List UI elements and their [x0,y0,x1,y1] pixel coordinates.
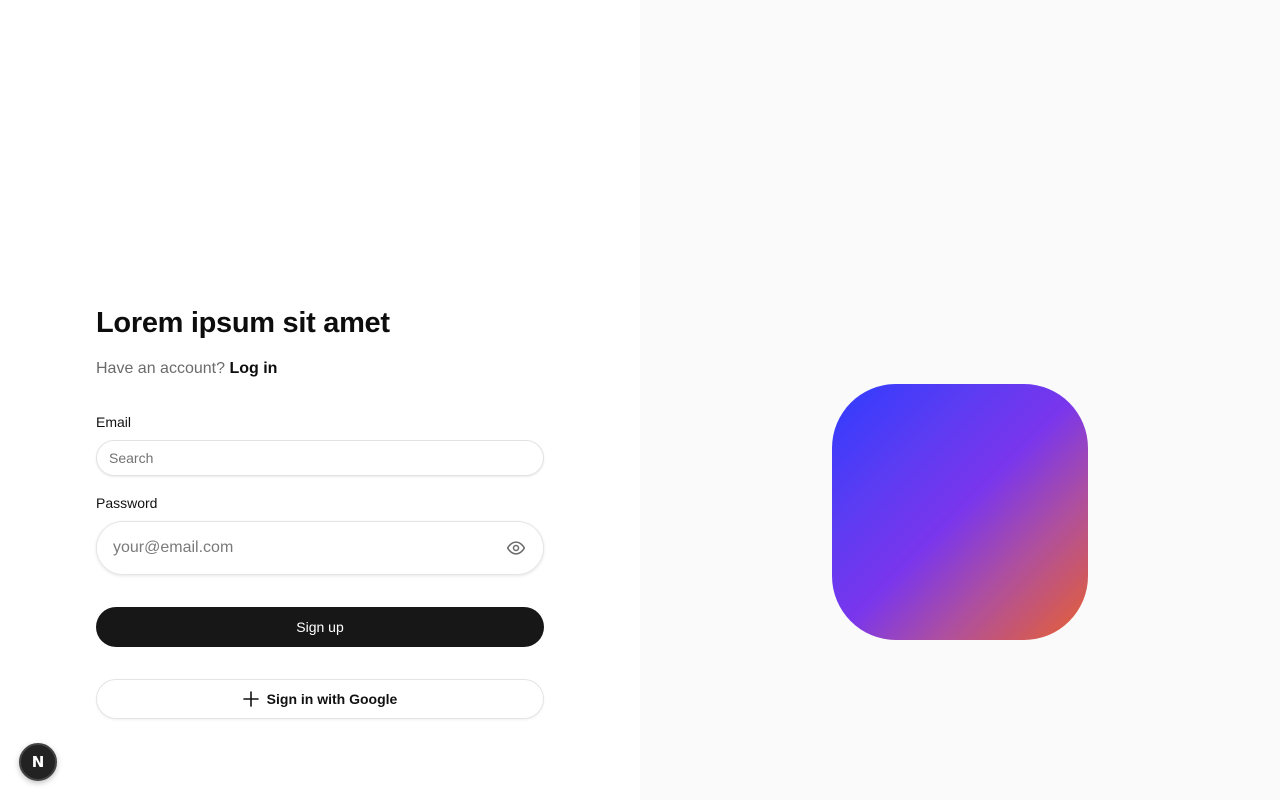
password-field-wrapper [96,521,544,575]
email-field[interactable] [109,450,531,466]
nextjs-logo-icon[interactable]: N [19,743,57,781]
email-label: Email [96,414,132,430]
password-label: Password [96,495,158,511]
form-panel: Lorem ipsum sit amet Have an account? Lo… [0,0,640,800]
signup-button[interactable]: Sign up [96,607,544,647]
google-signin-button[interactable]: Sign in with Google [96,679,544,719]
google-signin-label: Sign in with Google [266,691,398,707]
password-field[interactable] [113,539,505,557]
signup-page: Lorem ipsum sit amet Have an account? Lo… [0,0,1280,800]
page-title: Lorem ipsum sit amet [96,307,390,339]
login-link[interactable]: Log in [229,360,277,377]
plus-icon [242,691,259,707]
hero-panel [640,0,1280,800]
account-prompt: Have an account? Log in [96,359,544,379]
email-field-wrapper [96,440,544,476]
gradient-logo-tile [832,384,1088,640]
signup-form: Lorem ipsum sit amet Have an account? Lo… [96,305,544,719]
account-prompt-text: Have an account? [96,360,225,377]
eye-icon[interactable] [505,537,527,559]
badge-letter: N [31,753,45,771]
